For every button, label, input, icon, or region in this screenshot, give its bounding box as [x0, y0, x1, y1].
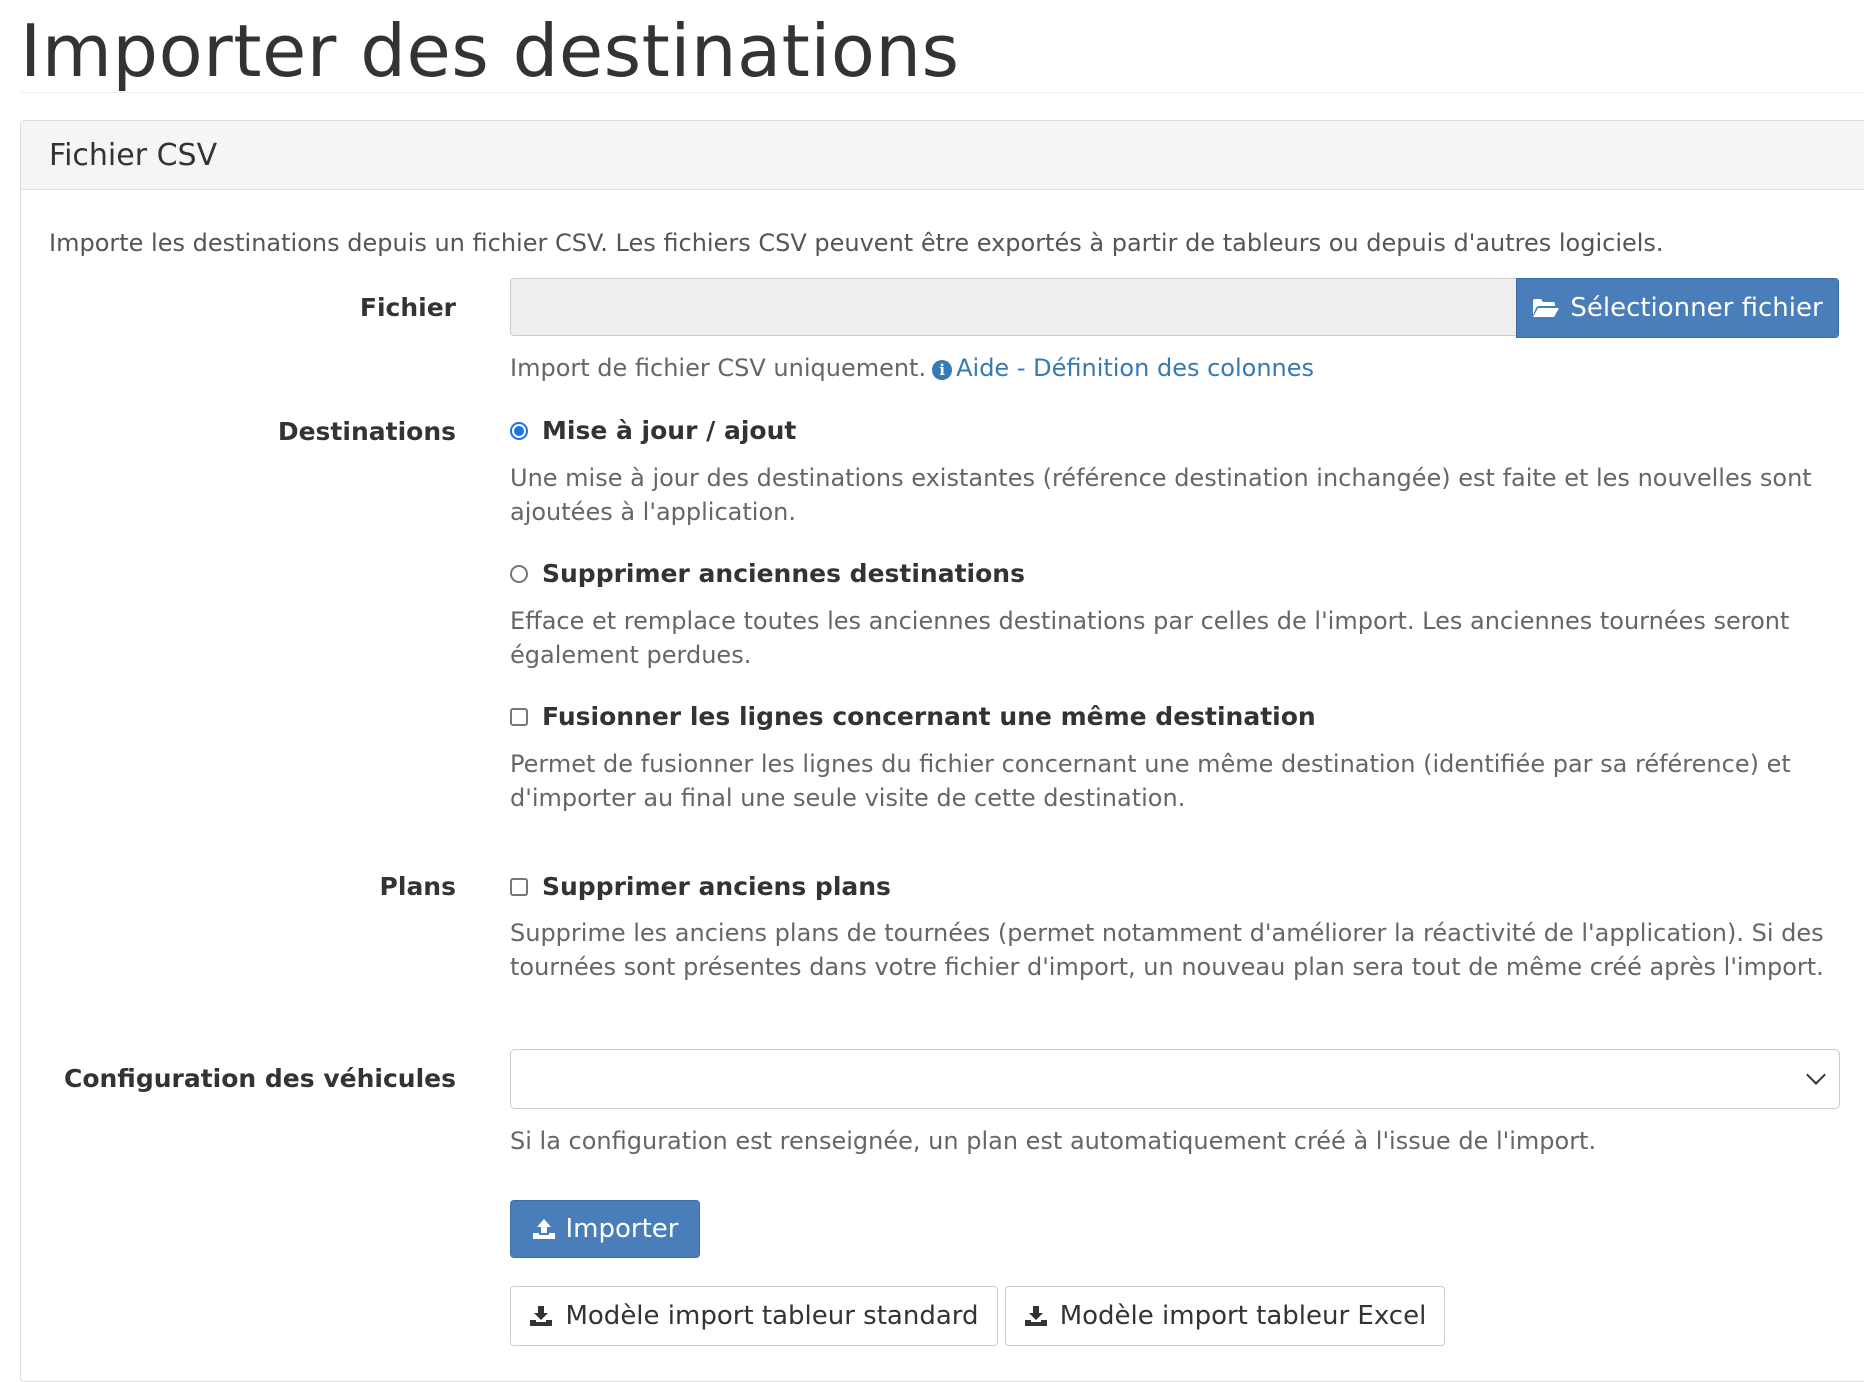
select-file-label: Sélectionner fichier — [1570, 293, 1823, 323]
help-link-column-definitions[interactable]: Aide - Définition des colonnes — [956, 354, 1314, 382]
option-replace[interactable]: Supprimer anciennes destinations — [510, 559, 1025, 588]
vehicle-config-select[interactable] — [510, 1049, 1840, 1109]
radio-update-add[interactable] — [510, 421, 528, 440]
destinations-label: Destinations — [277, 417, 456, 446]
option-delete-plans[interactable]: Supprimer anciens plans — [510, 872, 891, 901]
import-button-label: Importer — [565, 1214, 679, 1244]
download-icon — [1024, 1305, 1048, 1327]
option-update-add-help: Une mise à jour des destinations existan… — [510, 464, 1812, 526]
panel-intro: Importe les destinations depuis un fichi… — [49, 229, 1664, 257]
chevron-down-icon — [1806, 1065, 1826, 1085]
option-update-add[interactable]: Mise à jour / ajout — [510, 416, 796, 445]
option-replace-label: Supprimer anciennes destinations — [542, 559, 1025, 588]
template-standard-label: Modèle import tableur standard — [565, 1301, 979, 1331]
panel-heading: Fichier CSV — [21, 121, 1864, 190]
download-icon — [529, 1305, 553, 1327]
option-update-add-label: Mise à jour / ajout — [542, 416, 797, 445]
import-button[interactable]: Importer — [510, 1200, 700, 1258]
vehicles-label: Configuration des véhicules — [63, 1064, 456, 1093]
radio-replace[interactable] — [510, 564, 528, 583]
file-path-field[interactable] — [510, 278, 1516, 336]
file-label: Fichier — [359, 293, 456, 322]
file-help: Import de fichier CSV uniquement. i Aide -… — [510, 351, 1840, 385]
vehicles-help: Si la configuration est renseignée, un p… — [510, 1127, 1597, 1155]
import-panel: Fichier CSV Importe les destinations dep… — [20, 120, 1864, 1382]
template-excel-label: Modèle import tableur Excel — [1059, 1301, 1427, 1331]
plans-help: Supprime les anciens plans de tournées (… — [510, 919, 1824, 981]
checkbox-delete-plans[interactable] — [510, 877, 528, 896]
info-circle-icon: i — [932, 360, 953, 380]
folder-open-icon — [1532, 297, 1560, 319]
page-title: Importer des destinations — [20, 9, 960, 93]
option-replace-help: Efface et remplace toutes les anciennes … — [510, 607, 1790, 669]
plans-label: Plans — [379, 872, 456, 901]
template-excel-button[interactable]: Modèle import tableur Excel — [1005, 1286, 1445, 1346]
option-merge-lines-label: Fusionner les lignes concernant une même… — [542, 702, 1316, 731]
template-standard-button[interactable]: Modèle import tableur standard — [510, 1286, 998, 1346]
option-merge-lines-help: Permet de fusionner les lignes du fichie… — [510, 750, 1791, 812]
file-help-text: Import de fichier CSV uniquement. — [510, 354, 927, 382]
checkbox-merge-lines[interactable] — [510, 707, 528, 726]
select-file-button[interactable]: Sélectionner fichier — [1516, 278, 1839, 338]
title-divider — [20, 92, 1864, 93]
option-delete-plans-label: Supprimer anciens plans — [542, 872, 891, 901]
upload-icon — [532, 1218, 556, 1240]
option-merge-lines[interactable]: Fusionner les lignes concernant une même… — [510, 702, 1316, 731]
